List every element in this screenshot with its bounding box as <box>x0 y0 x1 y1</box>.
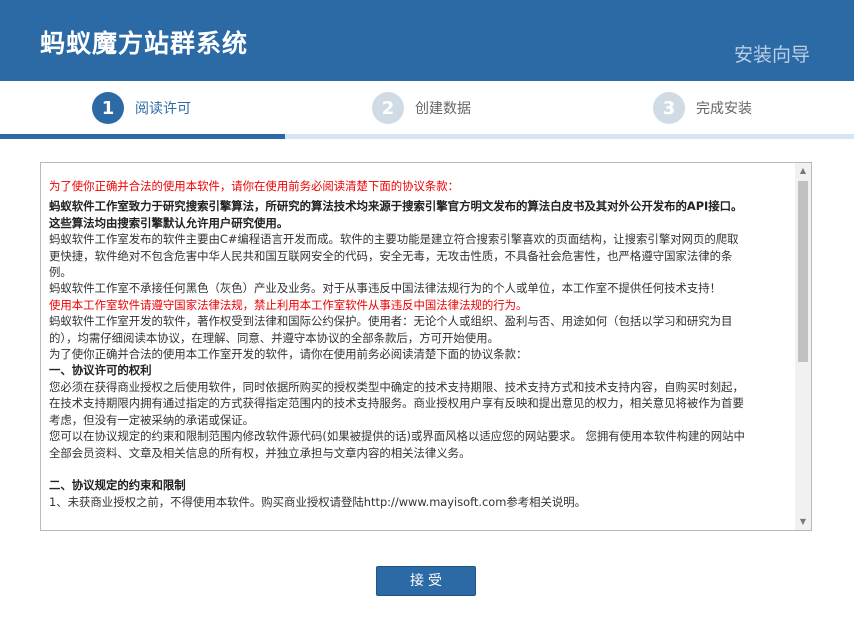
scroll-down-arrow-icon[interactable]: ▼ <box>795 514 811 530</box>
license-paragraph: 更快捷，软件绝对不包含危害中华人民共和国互联网安全的代码，安全无毒，无攻击性质，… <box>49 248 733 263</box>
license-paragraph: 全部会员资料、文章及相关信息的所有权，并独立承担与文章内容的相关法律义务。 <box>49 445 471 460</box>
step-number-badge: 2 <box>372 92 404 124</box>
license-intro-bold: 这些算法均由搜索引擎默认允许用户研究使用。 <box>49 215 289 230</box>
license-content: 为了使你正确并合法的使用本软件，请你在使用前务必阅读清楚下面的协议条款： 蚂蚁软… <box>49 178 797 510</box>
license-paragraph: 您可以在协议规定的约束和限制范围内修改软件源代码(如果被提供的话)或界面风格以适… <box>49 429 745 444</box>
wizard-steps: 1 阅读许可 2 创建数据 3 完成安装 <box>0 81 854 136</box>
license-scrollbar[interactable]: ▲ ▼ <box>795 163 811 530</box>
accept-button[interactable]: 接受 <box>376 566 476 596</box>
step-label: 阅读许可 <box>135 101 191 117</box>
step-progress-fill <box>0 134 285 139</box>
license-paragraph: 蚂蚁软件工作室发布的软件主要由C#编程语言开发而成。软件的主要功能是建立符合搜索… <box>49 232 739 247</box>
license-paragraph: 例。 <box>49 265 72 280</box>
header: 蚂蚁魔方站群系统 安装向导 <box>0 0 854 81</box>
step-create-data: 2 创建数据 <box>372 91 471 125</box>
license-paragraph: 蚂蚁软件工作室开发的软件，著作权受到法律和国际公约保护。使用者：无论个人或组织、… <box>49 314 733 329</box>
license-notice: 为了使你正确并合法的使用本软件，请你在使用前务必阅读清楚下面的协议条款： <box>49 179 460 193</box>
step-label: 完成安装 <box>696 101 752 117</box>
license-paragraph: 1、未获商业授权之前，不得使用本软件。购买商业授权请登陆http://www.m… <box>49 494 587 509</box>
license-paragraph: 蚂蚁软件工作室不承接任何黑色（灰色）产业及业务。对于从事违反中国法律法规行为的个… <box>49 281 722 296</box>
license-paragraph: 在技术支持期限内拥有通过指定的方式获得指定范围内的技术支持服务。商业授权用户享有… <box>49 396 744 411</box>
section-title: 二、协议规定的约束和限制 <box>49 478 186 493</box>
step-progress-bar <box>0 134 854 139</box>
step-number-badge: 3 <box>653 92 685 124</box>
step-number-badge: 1 <box>92 92 124 124</box>
license-paragraph: 您必须在获得商业授权之后使用软件，同时依据所购买的授权类型中确定的技术支持期限、… <box>49 379 744 394</box>
step-read-license: 1 阅读许可 <box>92 91 191 125</box>
scrollbar-thumb[interactable] <box>798 181 808 362</box>
step-finish-install: 3 完成安装 <box>653 91 752 125</box>
license-paragraph: 考虑，但没有一定被采纳的承诺或保证。 <box>49 412 255 427</box>
wizard-title: 安装向导 <box>733 44 810 66</box>
license-text-box[interactable]: 为了使你正确并合法的使用本软件，请你在使用前务必阅读清楚下面的协议条款： 蚂蚁软… <box>40 162 812 531</box>
scroll-up-arrow-icon[interactable]: ▲ <box>795 163 811 179</box>
license-paragraph: 的），均需仔细阅读本协议，在理解、同意、并遵守本协议的全部条款后，方可开始使用。 <box>49 330 499 345</box>
license-intro-bold: 蚂蚁软件工作室致力于研究搜索引擎算法，所研究的算法技术均来源于搜索引擎官方明文发… <box>49 199 743 214</box>
section-title: 一、协议许可的权利 <box>49 363 152 378</box>
license-paragraph: 为了使你正确并合法的使用本工作室开发的软件，请你在使用前务必阅读清楚下面的协议条… <box>49 347 528 362</box>
step-label: 创建数据 <box>415 101 471 117</box>
license-red-warning: 使用本工作室软件请遵守国家法律法规，禁止利用本工作室软件从事违反中国法律法规的行… <box>49 297 528 312</box>
app-title: 蚂蚁魔方站群系统 <box>40 29 249 58</box>
